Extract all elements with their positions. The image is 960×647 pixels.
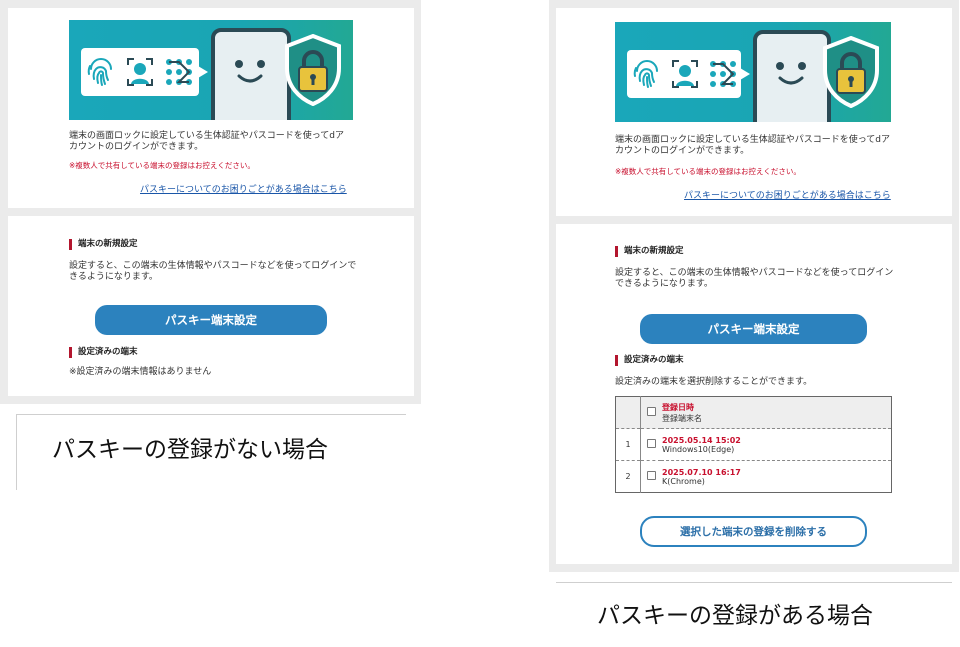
passkey-banner-2 bbox=[615, 22, 891, 122]
smiley-phone-icon bbox=[211, 28, 291, 120]
passkey-description-2: 端末の画面ロックに設定している生体認証やパスコードを使ってdアカウントのログイン… bbox=[615, 135, 890, 156]
right-caption-divider bbox=[556, 582, 952, 583]
table-header-row: 登録日時 登録端末名 bbox=[615, 396, 892, 429]
fingerprint-icon bbox=[633, 60, 658, 88]
device-name: K(Chrome) bbox=[662, 476, 705, 486]
name-column-header: 登録端末名 bbox=[662, 413, 702, 423]
passkey-help-link[interactable]: パスキーについてのお困りごとがある場合はこちら bbox=[140, 182, 347, 195]
select-all-cell bbox=[640, 396, 661, 429]
device-registered-date: 2025.05.14 15:02 bbox=[662, 435, 741, 445]
pattern-lock-icon bbox=[710, 61, 736, 87]
register-passkey-button-2[interactable]: パスキー端末設定 bbox=[640, 314, 867, 344]
table-row: 2 2025.07.10 16:17 K(Chrome) bbox=[615, 460, 892, 493]
pattern-lock-icon bbox=[166, 59, 192, 85]
row-content: 2025.05.14 15:02 Windows10(Edge) bbox=[661, 428, 892, 461]
select-all-checkbox[interactable] bbox=[646, 407, 656, 416]
row-index: 1 bbox=[615, 428, 641, 461]
register-passkey-button[interactable]: パスキー端末設定 bbox=[95, 305, 327, 335]
device-name: Windows10(Edge) bbox=[662, 444, 735, 454]
shared-device-warning-2: ※複数人で共有している端末の登録はお控えください。 bbox=[615, 167, 801, 176]
right-caption: パスキーの登録がある場合 bbox=[597, 603, 873, 629]
date-column-header: 登録日時 bbox=[662, 402, 694, 412]
left-caption-bar bbox=[16, 414, 17, 490]
delete-selected-devices-button[interactable]: 選択した端末の登録を削除する bbox=[640, 516, 867, 547]
smiley-phone-icon bbox=[753, 30, 831, 122]
table-row: 1 2025.05.14 15:02 Windows10(Edge) bbox=[615, 428, 892, 461]
left-caption: パスキーの登録がない場合 bbox=[52, 437, 328, 463]
column-header-cell: 登録日時 登録端末名 bbox=[661, 396, 892, 429]
new-device-description-2: 設定すると、この端末の生体情報やパスコードなどを使ってログインできるようになりま… bbox=[615, 268, 894, 289]
new-device-heading: 端末の新規設定 bbox=[69, 239, 138, 250]
row-index: 2 bbox=[615, 460, 641, 493]
row-checkbox-cell bbox=[641, 461, 662, 493]
shared-device-warning: ※複数人で共有している端末の登録はお控えください。 bbox=[69, 161, 255, 170]
device-registered-date: 2025.07.10 16:17 bbox=[662, 467, 741, 477]
biometric-bubble bbox=[81, 48, 208, 96]
passkey-help-link-2[interactable]: パスキーについてのお困りごとがある場合はこちら bbox=[684, 188, 891, 201]
new-device-heading-2: 端末の新規設定 bbox=[615, 246, 684, 257]
passkey-description: 端末の画面ロックに設定している生体認証やパスコードを使ってdアカウントのログイン… bbox=[69, 131, 344, 152]
row-checkbox[interactable] bbox=[646, 471, 656, 480]
row-checkbox-cell bbox=[640, 428, 661, 461]
registered-devices-description: 設定済みの端末を選択削除することができます。 bbox=[615, 377, 813, 387]
face-recognition-icon bbox=[127, 58, 153, 86]
face-recognition-icon bbox=[672, 60, 698, 88]
shield-lock-icon bbox=[285, 34, 341, 106]
fingerprint-icon bbox=[87, 58, 112, 86]
new-device-description: 設定すると、この端末の生体情報やパスコードなどを使ってログインできるようになりま… bbox=[69, 261, 357, 282]
left-caption-divider bbox=[16, 414, 406, 415]
biometric-bubble-2 bbox=[627, 50, 750, 98]
passkey-banner bbox=[69, 20, 353, 120]
registered-devices-heading-2: 設定済みの端末 bbox=[615, 355, 684, 366]
row-content: 2025.07.10 16:17 K(Chrome) bbox=[661, 461, 892, 493]
shield-lock-icon bbox=[823, 36, 879, 108]
registered-devices-table: 登録日時 登録端末名 1 2025.05.14 15:02 Windows10(… bbox=[615, 396, 892, 493]
registered-devices-heading: 設定済みの端末 bbox=[69, 347, 138, 358]
index-header-cell bbox=[615, 396, 641, 429]
no-devices-message: ※設定済みの端末情報はありません bbox=[69, 367, 212, 377]
row-checkbox[interactable] bbox=[646, 439, 656, 448]
